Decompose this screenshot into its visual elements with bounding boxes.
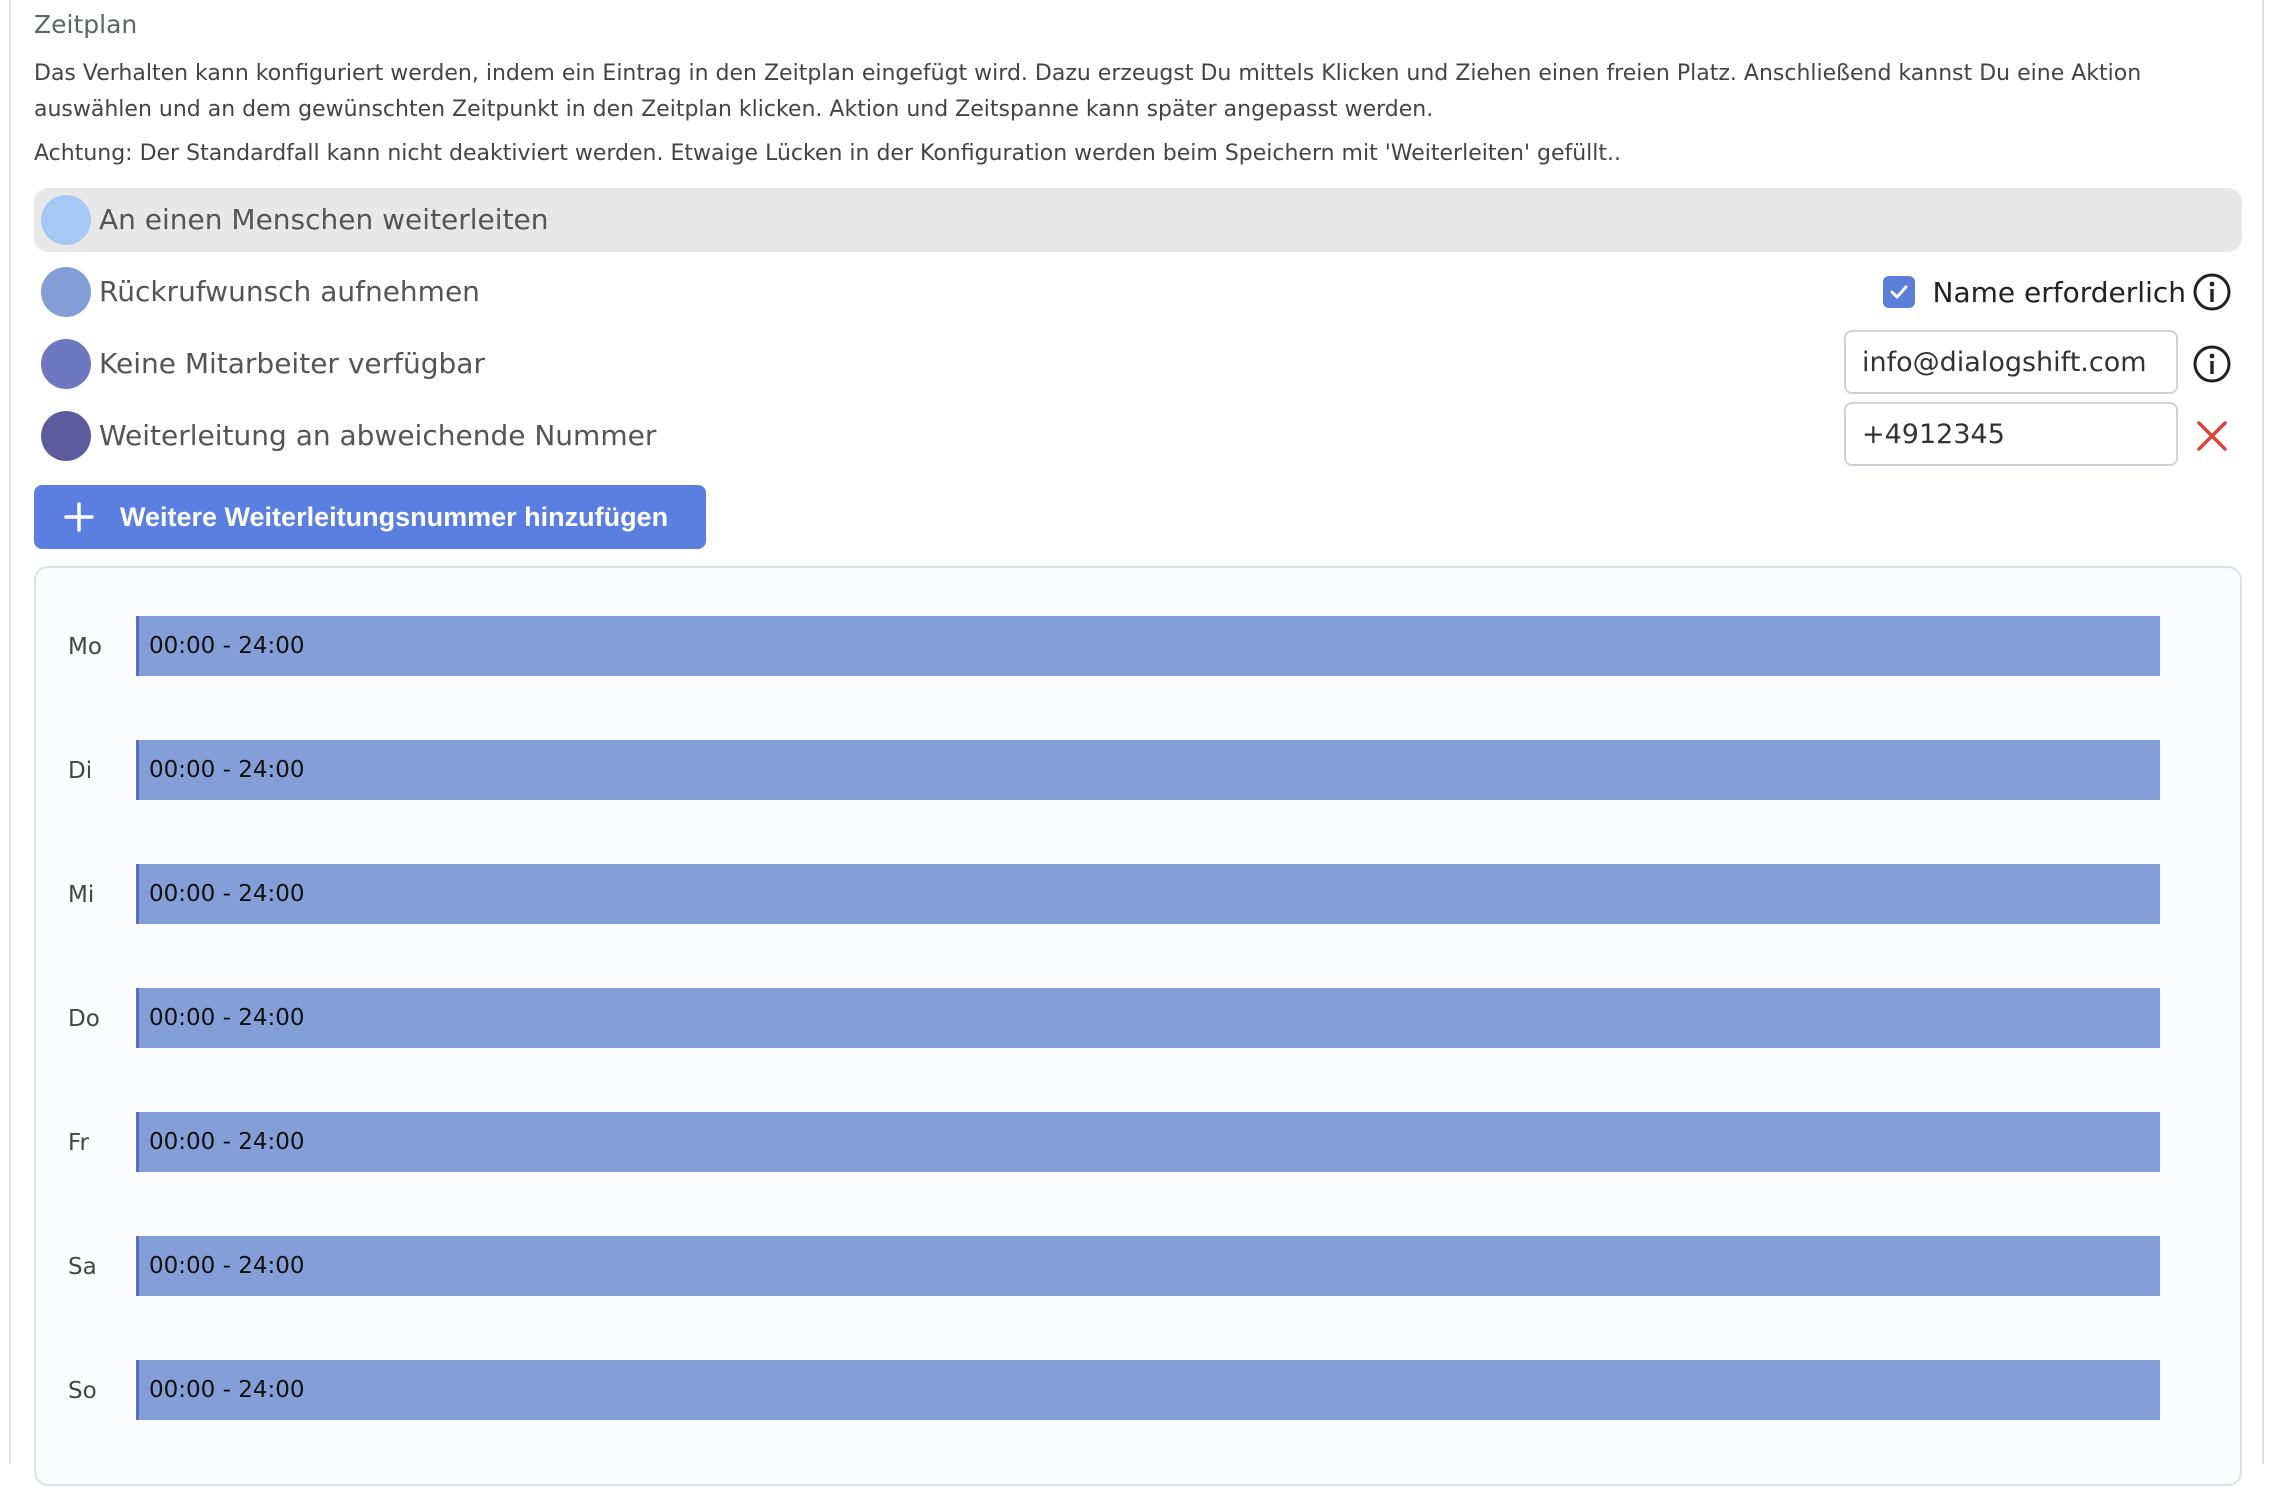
section-title: Zeitplan xyxy=(34,10,138,39)
day-label: Di xyxy=(68,758,93,784)
section-description: Das Verhalten kann konfiguriert werden, … xyxy=(34,61,2142,122)
close-icon[interactable] xyxy=(2194,418,2230,454)
schedule-row-friday: Fr 00:00 - 24:00 xyxy=(36,1112,2240,1174)
schedule-row-thursday: Do 00:00 - 24:00 xyxy=(36,988,2240,1050)
day-label: Mo xyxy=(68,634,102,660)
action-callback-request[interactable]: Rückrufwunsch aufnehmen Name erforderlic… xyxy=(34,260,2242,324)
info-icon[interactable] xyxy=(2192,272,2232,312)
action-forward-to-human[interactable]: An einen Menschen weiterleiten xyxy=(34,188,2242,252)
action-forward-to-other-number[interactable]: Weiterleitung an abweichende Nummer xyxy=(34,402,2242,468)
schedule-entry[interactable]: 00:00 - 24:00 xyxy=(136,740,2160,800)
schedule-entry[interactable]: 00:00 - 24:00 xyxy=(136,988,2160,1048)
action-no-agents-available[interactable]: Keine Mitarbeiter verfügbar xyxy=(34,330,2242,396)
weekly-schedule[interactable]: Mo 00:00 - 24:00 Di 00:00 - 24:00 Mi 00:… xyxy=(34,566,2242,1486)
action-color-dot xyxy=(41,267,91,317)
schedule-entry[interactable]: 00:00 - 24:00 xyxy=(136,1236,2160,1296)
action-color-dot xyxy=(41,195,91,245)
schedule-entry[interactable]: 00:00 - 24:00 xyxy=(136,1360,2160,1420)
action-color-dot xyxy=(41,411,91,461)
action-label: Rückrufwunsch aufnehmen xyxy=(99,275,480,308)
schedule-row-saturday: Sa 00:00 - 24:00 xyxy=(36,1236,2240,1298)
info-icon[interactable] xyxy=(2192,344,2232,384)
add-button-label: Weitere Weiterleitungsnummer hinzufügen xyxy=(120,501,669,532)
schedule-row-monday: Mo 00:00 - 24:00 xyxy=(36,616,2240,678)
day-label: Mi xyxy=(68,882,95,908)
name-required-checkbox[interactable] xyxy=(1882,276,1915,308)
checkmark-icon xyxy=(1890,285,1908,299)
plus-icon xyxy=(64,502,94,532)
action-label: An einen Menschen weiterleiten xyxy=(99,203,549,236)
name-required-option[interactable]: Name erforderlich xyxy=(1882,260,2186,324)
day-label: Fr xyxy=(68,1130,90,1156)
day-label: Do xyxy=(68,1006,100,1032)
action-label: Weiterleitung an abweichende Nummer xyxy=(99,419,657,452)
action-color-dot xyxy=(41,339,91,389)
schedule-row-sunday: So 00:00 - 24:00 xyxy=(36,1360,2240,1422)
schedule-entry[interactable]: 00:00 - 24:00 xyxy=(136,864,2160,924)
schedule-row-wednesday: Mi 00:00 - 24:00 xyxy=(36,864,2240,926)
schedule-row-tuesday: Di 00:00 - 24:00 xyxy=(36,740,2240,802)
phone-number-field[interactable] xyxy=(1844,402,2178,466)
email-field[interactable] xyxy=(1844,330,2178,394)
day-label: So xyxy=(68,1378,97,1404)
action-label: Keine Mitarbeiter verfügbar xyxy=(99,347,485,380)
name-required-label: Name erforderlich xyxy=(1932,275,2186,309)
day-label: Sa xyxy=(68,1254,97,1280)
schedule-entry[interactable]: 00:00 - 24:00 xyxy=(136,1112,2160,1172)
schedule-entry[interactable]: 00:00 - 24:00 xyxy=(136,616,2160,676)
section-warning: Achtung: Der Standardfall kann nicht dea… xyxy=(34,141,1622,166)
add-forwarding-number-button[interactable]: Weitere Weiterleitungsnummer hinzufügen xyxy=(34,485,706,549)
